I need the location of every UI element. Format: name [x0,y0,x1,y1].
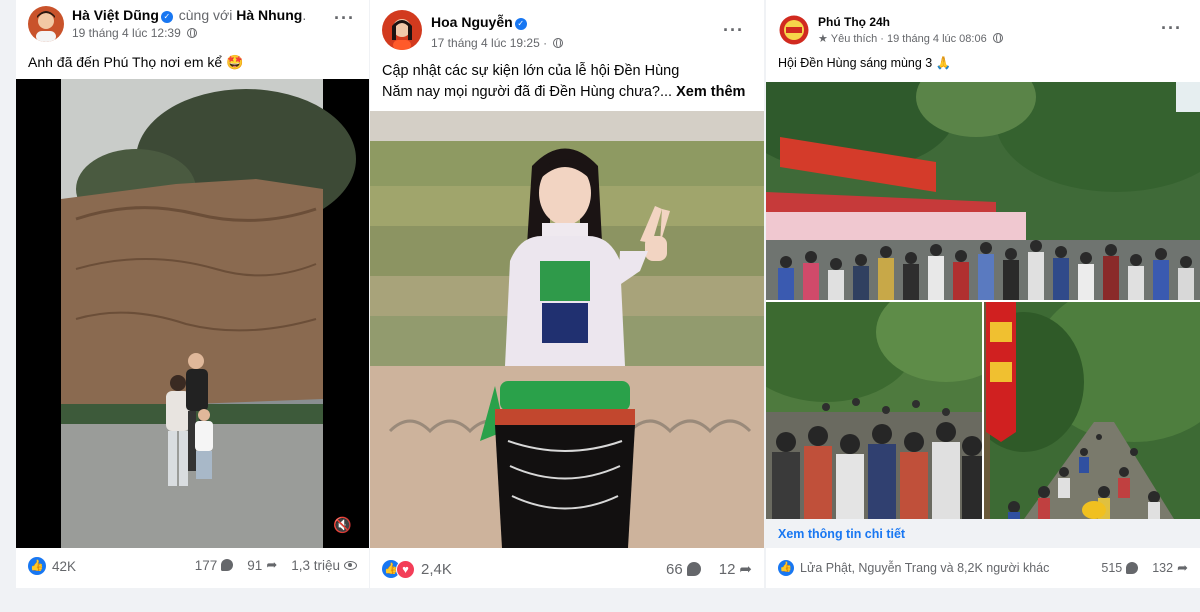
post-photo-main[interactable] [766,82,1200,300]
shares-count: 91 [247,557,263,573]
post-header: Phú Thọ 24h ★ Yêu thích · 19 tháng 4 lúc… [766,0,1200,48]
post-photo-right[interactable] [984,302,1200,519]
post-card: Hoa Nguyễn ✓ 17 tháng 4 lúc 19:25 · ··· C… [370,0,764,588]
comments-stat[interactable]: 66 [666,561,701,578]
verified-badge-icon: ✓ [514,18,527,30]
reactions-summary[interactable]: 👍 ♥ 2,4K [382,560,452,579]
post-header: Hoa Nguyễn ✓ 17 tháng 4 lúc 19:25 · ··· [370,0,764,50]
share-icon: ➦ [739,561,752,578]
like-icon: 👍 [28,557,46,575]
post-card: Hà Việt Dũng ✓ cùng với Hà Nhung. 19 thán… [16,0,369,588]
post-footer: 👍 42K 177 91 ➦ 1,3 triệu [16,548,369,584]
photo-image [766,82,1200,300]
post-meta: ★ Yêu thích · 19 tháng 4 lúc 08:06 [818,32,1003,45]
favorite-label: Yêu thích [830,33,878,45]
engagement-stats: 515 132 ➦ [1101,560,1188,576]
comment-icon [221,559,234,571]
caption-line-2: Năm nay mọi người đã đi Đền Hùng chưa?..… [382,82,745,103]
tagged-suffix: . [302,7,307,23]
post-video[interactable]: 🔇 [16,79,369,548]
with-text: cùng với [178,7,233,23]
eye-icon [344,560,357,570]
see-more-link[interactable]: Xem thêm [676,84,745,100]
reactions-summary[interactable]: 👍 42K [28,557,76,575]
star-icon: ★ [818,33,828,45]
post-footer: 👍 ♥ 2,4K 66 12 ➦ [370,551,764,587]
shares-stat[interactable]: 132 ➦ [1152,560,1188,576]
shares-count: 12 [718,560,736,578]
details-link-strip[interactable]: Xem thông tin chi tiết [766,519,1200,548]
post-photo[interactable] [370,111,764,548]
author-line: Hoa Nguyễn ✓ [431,14,529,30]
author-line: Phú Thọ 24h [818,15,890,29]
engagement-stats: 66 12 ➦ [666,560,752,579]
globe-icon [992,32,1003,43]
avatar[interactable] [382,10,422,50]
speaker-muted-icon[interactable]: 🔇 [333,516,355,538]
reactions-text: Lửa Phật, Nguyễn Trang và 8,2K người khá… [800,561,1050,575]
author-name[interactable]: Phú Thọ 24h [818,15,890,29]
reactions-count: 2,4K [421,561,452,578]
share-icon: ➦ [1177,560,1188,575]
shares-count: 132 [1152,561,1174,575]
post-caption: Cập nhật các sự kiện lớn của lễ hội Đền … [382,61,745,103]
comment-icon [686,562,701,576]
post-footer: 👍 Lửa Phật, Nguyễn Trang và 8,2K người k… [766,551,1200,587]
post-photo-left[interactable] [766,302,982,519]
photo-image [984,302,1200,519]
globe-icon [187,27,198,38]
post-caption: Anh đã đến Phú Thọ nơi em kể 🤩 [28,54,244,70]
comments-count: 66 [666,560,683,578]
comments-stat[interactable]: 515 [1101,561,1139,575]
comments-stat[interactable]: 177 [195,558,234,573]
author-name[interactable]: Hoa Nguyễn [431,14,513,30]
avatar[interactable] [28,6,64,42]
avatar[interactable] [778,14,810,46]
post-meta: 19 tháng 4 lúc 12:39 [72,26,198,40]
views-stat: 1,3 triệu [291,558,357,573]
photo-image [370,111,764,548]
caption-line-2-text: Năm nay mọi người đã đi Đền Hùng chưa?..… [382,84,673,100]
tagged-name[interactable]: Hà Nhung [236,7,302,23]
comments-count: 177 [194,557,218,573]
verified-badge-icon: ✓ [160,11,173,23]
timestamp[interactable]: 19 tháng 4 lúc 12:39 [72,26,181,40]
post-header: Hà Việt Dũng ✓ cùng với Hà Nhung. 19 thán… [16,0,369,48]
post-meta: 17 tháng 4 lúc 19:25 · [431,36,564,50]
engagement-stats: 177 91 ➦ 1,3 triệu [195,557,357,573]
timestamp[interactable]: 19 tháng 4 lúc 08:06 [887,33,987,45]
comments-count: 515 [1101,561,1123,575]
author-line: Hà Việt Dũng ✓ cùng với Hà Nhung. [72,7,306,23]
post-caption: Hội Đền Hùng sáng mùng 3 🙏 [778,56,952,70]
comment-icon [1126,562,1139,574]
share-icon: ➦ [266,557,278,572]
author-name[interactable]: Hà Việt Dũng [72,7,159,23]
shares-stat[interactable]: 91 ➦ [247,557,277,573]
love-icon: ♥ [396,560,415,579]
like-icon: 👍 [778,560,794,576]
details-link[interactable]: Xem thông tin chi tiết [778,527,905,541]
shares-stat[interactable]: 12 ➦ [718,560,752,579]
photo-image [766,302,982,519]
more-dots-icon[interactable]: ··· [334,8,355,29]
globe-icon [553,37,564,48]
more-dots-icon[interactable]: ··· [723,20,744,41]
reactions-summary[interactable]: 👍 Lửa Phật, Nguyễn Trang và 8,2K người k… [778,560,1049,576]
post-card: Phú Thọ 24h ★ Yêu thích · 19 tháng 4 lúc… [766,0,1200,588]
more-dots-icon[interactable]: ··· [1161,18,1182,39]
reactions-count: 42K [52,558,77,574]
caption-line-1: Cập nhật các sự kiện lớn của lễ hội Đền … [382,63,680,79]
timestamp[interactable]: 17 tháng 4 lúc 19:25 [431,36,540,50]
views-count: 1,3 triệu [291,557,340,573]
video-frame [61,79,356,548]
